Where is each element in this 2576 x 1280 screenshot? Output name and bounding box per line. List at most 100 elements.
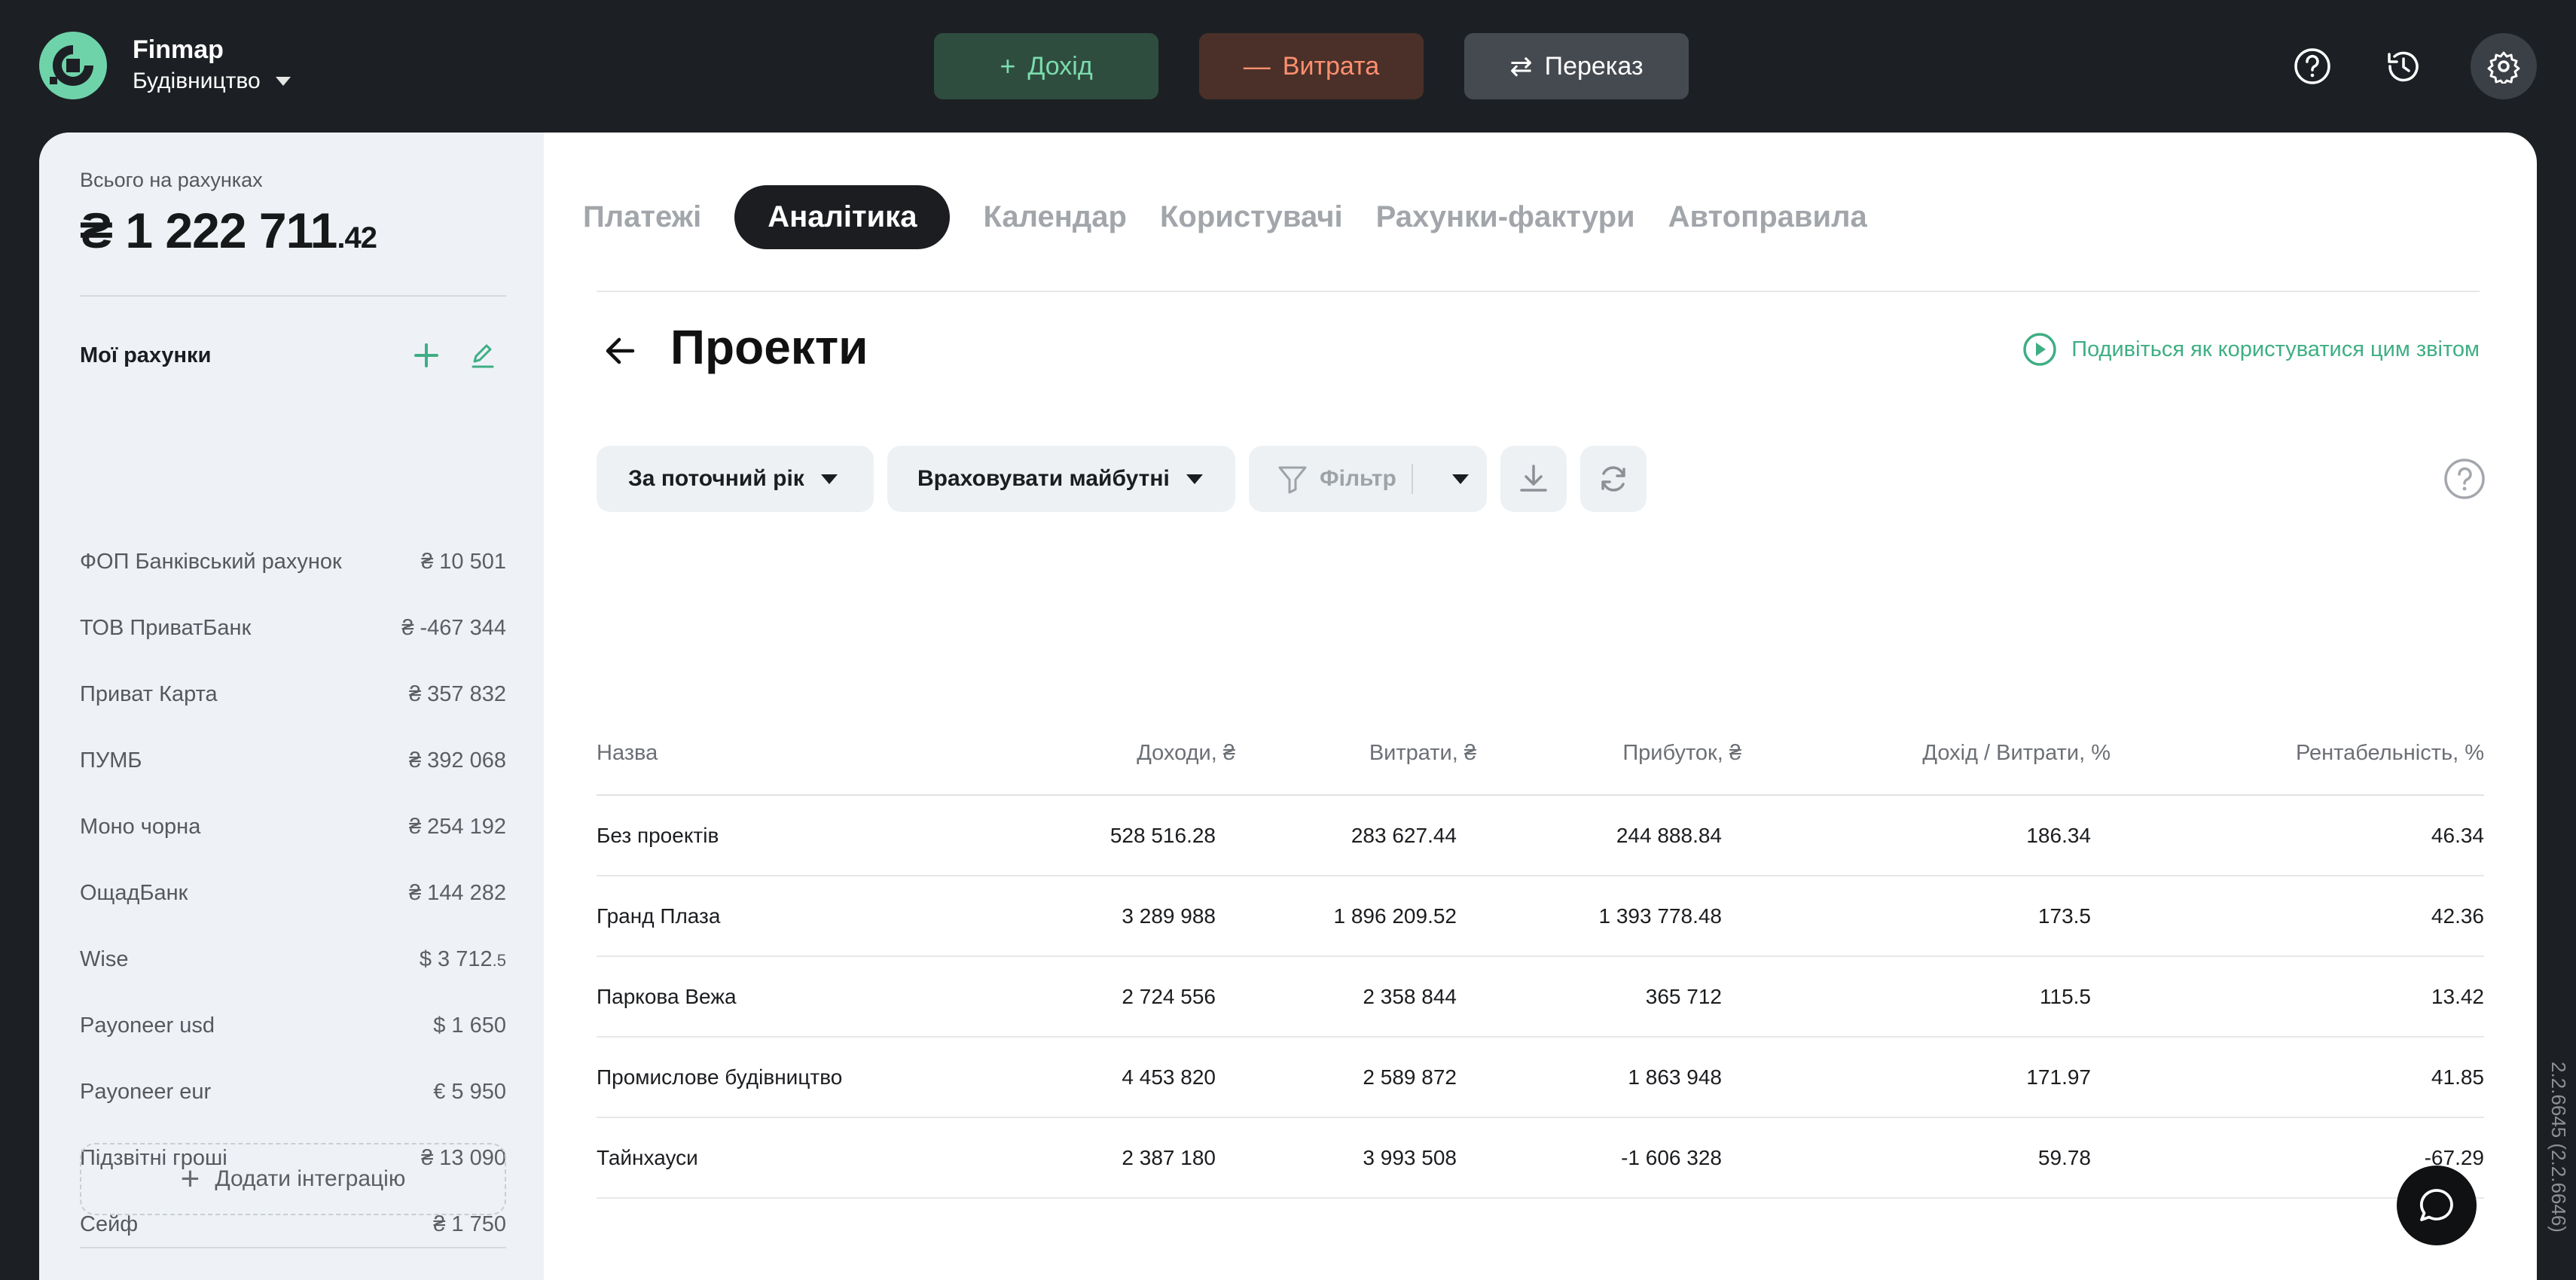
table-row[interactable]: Без проектів 528 516.28 283 627.44 244 8… <box>597 795 2484 876</box>
add-integration-label: Додати інтеграцію <box>215 1166 406 1191</box>
filter-label: Фільтр <box>1320 466 1396 491</box>
app-name: Finmap <box>133 35 224 64</box>
period-dropdown[interactable]: За поточний рік <box>597 446 874 512</box>
tab-analytics[interactable]: Аналітика <box>734 185 951 249</box>
back-button[interactable] <box>598 328 643 373</box>
download-button[interactable] <box>1500 446 1567 512</box>
account-row[interactable]: Моно чорна ₴ 254 192 <box>80 804 506 849</box>
account-name: ОщадБанк <box>80 880 188 905</box>
expense-cell: 1 896 209.52 <box>1235 876 1476 957</box>
filter-button[interactable]: Фільтр <box>1249 446 1487 512</box>
column-header-income[interactable]: Доходи, ₴ <box>1033 712 1235 796</box>
help-button[interactable] <box>2279 33 2346 99</box>
pencil-icon <box>472 344 494 368</box>
settings-button[interactable] <box>2471 33 2537 99</box>
report-help-button[interactable] <box>2442 456 2487 501</box>
total-balance-cents: .42 <box>337 221 377 254</box>
ratio-cell: 173.5 <box>1741 876 2111 957</box>
projects-table: Назва Доходи, ₴ Витрати, ₴ Прибуток, ₴ Д… <box>597 712 2484 1199</box>
help-icon <box>2294 48 2330 84</box>
period-label: За поточний рік <box>628 466 804 491</box>
howto-link-label: Подивіться як користуватися цим звітом <box>2071 337 2480 361</box>
account-name: Моно чорна <box>80 814 201 839</box>
account-row[interactable]: Payoneer eur € 5 950 <box>80 1069 506 1114</box>
refresh-icon <box>1601 466 1625 492</box>
column-header-profitability[interactable]: Рентабельність, % <box>2111 712 2484 796</box>
filter-chevron-down-icon[interactable] <box>1451 474 1469 484</box>
account-amount: ₴ 10 501 <box>421 549 506 574</box>
add-expense-button[interactable]: — Витрата <box>1199 33 1424 99</box>
project-name: Без проектів <box>597 795 1033 876</box>
main-tabs: Платежі Аналітика Календар Користувачі Р… <box>583 185 1900 249</box>
ratio-cell: 171.97 <box>1741 1037 2111 1118</box>
profit-cell: 244 888.84 <box>1476 795 1741 876</box>
column-header-profit[interactable]: Прибуток, ₴ <box>1476 712 1741 796</box>
account-row[interactable]: Приват Карта ₴ 357 832 <box>80 672 506 717</box>
tab-calendar[interactable]: Календар <box>983 200 1127 234</box>
tab-invoices[interactable]: Рахунки-фактури <box>1376 200 1635 234</box>
income-cell: 3 289 988 <box>1033 876 1235 957</box>
account-row[interactable]: Wise $ 3 712.5 <box>80 937 506 982</box>
refresh-button[interactable] <box>1580 446 1647 512</box>
add-integration-button[interactable]: + Додати інтеграцію <box>80 1143 506 1215</box>
table-row[interactable]: Промислове будівництво 4 453 820 2 589 8… <box>597 1037 2484 1118</box>
column-header-expenses[interactable]: Витрати, ₴ <box>1235 712 1476 796</box>
account-row[interactable]: ПУМБ ₴ 392 068 <box>80 738 506 783</box>
account-row[interactable]: ТОВ ПриватБанк ₴ -467 344 <box>80 605 506 651</box>
account-row[interactable]: ОщадБанк ₴ 144 282 <box>80 870 506 916</box>
account-name: Wise <box>80 946 129 971</box>
account-amount: ₴ 357 832 <box>408 681 506 706</box>
add-account-button[interactable] <box>407 336 446 375</box>
help-icon <box>2444 459 2485 499</box>
account-amount-fraction: .5 <box>492 950 506 970</box>
main-card: Всього на рахунках ₴ 1 222 711.42 Мої ра… <box>39 133 2537 1280</box>
add-income-button[interactable]: + Дохід <box>934 33 1158 99</box>
account-name: Сейф <box>80 1211 139 1236</box>
play-circle-icon <box>2023 333 2056 366</box>
sidebar-divider <box>80 295 506 297</box>
account-row[interactable]: Payoneer usd $ 1 650 <box>80 1003 506 1048</box>
company-dropdown[interactable]: Будівництво <box>133 66 291 97</box>
future-dropdown[interactable]: Враховувати майбутні <box>887 446 1235 512</box>
total-balance-main: ₴ 1 222 711 <box>80 203 337 258</box>
column-header-name[interactable]: Назва <box>597 712 1033 796</box>
account-row[interactable]: ФОП Банківський рахунок ₴ 10 501 <box>80 539 506 584</box>
chat-button[interactable] <box>2397 1166 2477 1245</box>
income-label: Дохід <box>1027 51 1093 81</box>
gear-icon <box>2487 51 2520 84</box>
history-icon <box>2388 51 2419 82</box>
chevron-down-icon <box>1186 474 1203 484</box>
ratio-cell: 115.5 <box>1741 956 2111 1038</box>
income-cell: 528 516.28 <box>1033 795 1235 876</box>
column-header-income-expense-ratio[interactable]: Дохід / Витрати, % <box>1741 712 2111 796</box>
account-name: ПУМБ <box>80 748 142 773</box>
transfer-label: Переказ <box>1544 51 1644 81</box>
expense-cell: 2 358 844 <box>1235 956 1476 1038</box>
account-amount-main: $ 3 712 <box>419 946 493 971</box>
tabs-divider <box>597 291 2480 292</box>
income-cell: 2 724 556 <box>1033 956 1235 1038</box>
table-row[interactable]: Тайнхауси 2 387 180 3 993 508 -1 606 328… <box>597 1117 2484 1199</box>
add-transfer-button[interactable]: ⇄ Переказ <box>1464 33 1689 99</box>
table-row[interactable]: Гранд Плаза 3 289 988 1 896 209.52 1 393… <box>597 876 2484 957</box>
howto-link[interactable]: Подивіться як користуватися цим звітом <box>2022 331 2480 367</box>
account-name: ТОВ ПриватБанк <box>80 615 252 640</box>
account-amount: ₴ 1 750 <box>433 1211 506 1236</box>
table-row[interactable]: Паркова Вежа 2 724 556 2 358 844 365 712… <box>597 956 2484 1038</box>
profit-cell: -1 606 328 <box>1476 1117 1741 1199</box>
company-switcher[interactable]: Finmap Будівництво <box>39 32 291 99</box>
transfer-icon: ⇄ <box>1509 50 1533 81</box>
tab-autorules[interactable]: Автоправила <box>1668 200 1867 234</box>
expense-cell: 283 627.44 <box>1235 795 1476 876</box>
company-name: Будівництво <box>133 69 261 93</box>
account-name: Приват Карта <box>80 681 218 706</box>
profit-cell: 1 863 948 <box>1476 1037 1741 1118</box>
account-amount: $ 1 650 <box>433 1013 506 1038</box>
total-balance-value: ₴ 1 222 711.42 <box>80 202 377 259</box>
edit-accounts-button[interactable] <box>462 336 502 375</box>
version-label: 2.2.6645 (2.2.6646) <box>2547 1062 2570 1233</box>
project-name: Тайнхауси <box>597 1117 1033 1199</box>
history-button[interactable] <box>2370 33 2436 99</box>
tab-users[interactable]: Користувачі <box>1160 200 1343 234</box>
tab-payments[interactable]: Платежі <box>583 200 701 234</box>
